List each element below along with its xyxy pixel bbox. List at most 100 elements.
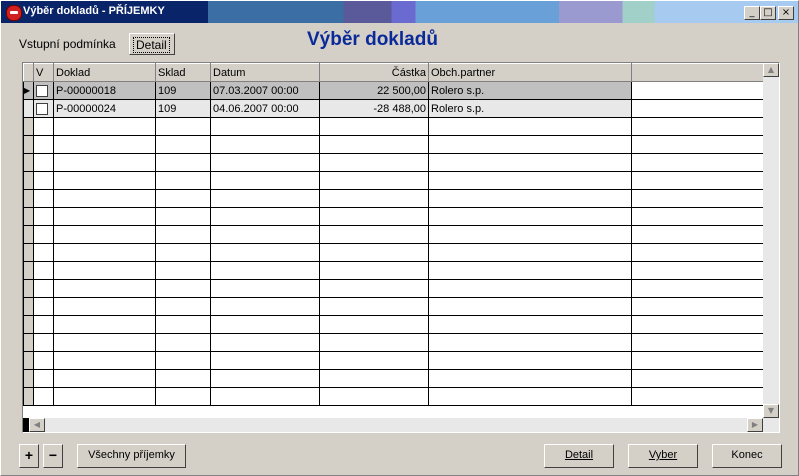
remove-button[interactable]: − (43, 444, 63, 468)
tab-vstupni-podminka[interactable]: Vstupní podmínka (13, 33, 122, 55)
documents-grid[interactable]: V Doklad Sklad Datum Částka Obch.partner… (22, 62, 780, 433)
empty-cell (319, 135, 429, 154)
empty-cell (53, 351, 156, 370)
horizontal-scrollbar[interactable]: ◀ ▶ (23, 418, 779, 432)
empty-cell (155, 369, 211, 388)
empty-cell (428, 171, 632, 190)
vertical-scrollbar[interactable]: ▲ ▼ (763, 63, 779, 418)
empty-cell (210, 243, 320, 262)
empty-cell (210, 225, 320, 244)
empty-cell (155, 261, 211, 280)
empty-cell (155, 171, 211, 190)
empty-cell (319, 387, 429, 406)
empty-cell (428, 279, 632, 298)
cell-castka: 22 500,00 (319, 81, 429, 100)
empty-cell (428, 153, 632, 172)
empty-row (23, 117, 764, 136)
empty-row (23, 297, 764, 316)
empty-cell (23, 387, 34, 406)
app-icon (6, 5, 22, 21)
column-header-sklad[interactable]: Sklad (155, 63, 211, 82)
empty-cell (53, 207, 156, 226)
column-header-castka[interactable]: Částka (319, 63, 429, 82)
tab-detail[interactable]: Detail (129, 33, 175, 55)
row-indicator (23, 99, 34, 118)
detail-button-label: Detail (564, 449, 594, 461)
empty-cell (23, 297, 34, 316)
empty-cell (210, 117, 320, 136)
column-header-doklad[interactable]: Doklad (53, 63, 156, 82)
title-bar[interactable]: Výběr dokladů - PŘÍJEMKY _ □ × (1, 1, 798, 23)
select-checkbox[interactable] (33, 99, 54, 118)
maximize-button[interactable]: □ (760, 6, 776, 20)
scroll-down-icon[interactable]: ▼ (763, 404, 779, 418)
empty-row (23, 153, 764, 172)
empty-cell (23, 135, 34, 154)
empty-cell (53, 117, 156, 136)
empty-cell (319, 333, 429, 352)
empty-cell (319, 315, 429, 334)
empty-cell (33, 387, 54, 406)
empty-cell (631, 387, 764, 406)
empty-cell (33, 207, 54, 226)
empty-cell (23, 315, 34, 334)
empty-cell (33, 369, 54, 388)
empty-cell (428, 387, 632, 406)
all-receipts-button[interactable]: Všechny příjemky (77, 444, 186, 468)
scroll-up-icon[interactable]: ▲ (763, 63, 779, 77)
empty-cell (53, 315, 156, 334)
empty-row (23, 189, 764, 208)
empty-cell (155, 297, 211, 316)
empty-cell (53, 225, 156, 244)
empty-cell (33, 279, 54, 298)
minimize-button[interactable]: _ (744, 6, 760, 20)
empty-cell (23, 171, 34, 190)
cell-sklad: 109 (155, 99, 211, 118)
column-header-datum[interactable]: Datum (210, 63, 320, 82)
empty-cell (53, 369, 156, 388)
empty-cell (428, 261, 632, 280)
empty-cell (23, 153, 34, 172)
empty-row (23, 261, 764, 280)
empty-cell (631, 279, 764, 298)
cell-castka: -28 488,00 (319, 99, 429, 118)
empty-row (23, 351, 764, 370)
scroll-right-icon[interactable]: ▶ (747, 418, 763, 432)
empty-cell (155, 351, 211, 370)
cell-doklad: P-00000024 (53, 99, 156, 118)
add-button[interactable]: + (19, 444, 39, 468)
empty-cell (210, 387, 320, 406)
app-window: Výběr dokladů - PŘÍJEMKY _ □ × Vstupní p… (0, 0, 799, 476)
empty-cell (33, 351, 54, 370)
empty-cell (23, 189, 34, 208)
tab-label: Detail (133, 37, 170, 53)
empty-cell (319, 261, 429, 280)
close-button[interactable]: × (778, 6, 794, 20)
empty-cell (33, 117, 54, 136)
empty-cell (23, 207, 34, 226)
empty-cell (53, 333, 156, 352)
empty-cell (53, 261, 156, 280)
scroll-left-icon[interactable]: ◀ (29, 418, 45, 432)
empty-cell (155, 225, 211, 244)
empty-cell (631, 369, 764, 388)
empty-cell (631, 189, 764, 208)
table-row[interactable]: ▶ P-00000018 109 07.03.2007 00:00 22 500… (23, 81, 764, 100)
table-row[interactable]: P-00000024 109 04.06.2007 00:00 -28 488,… (23, 99, 764, 118)
empty-cell (155, 279, 211, 298)
empty-cell (631, 153, 764, 172)
cell-partner: Rolero s.p. (428, 81, 632, 100)
select-button[interactable]: Vyber (628, 444, 698, 468)
empty-cell (210, 171, 320, 190)
empty-cell (23, 279, 34, 298)
empty-cell (631, 297, 764, 316)
select-checkbox[interactable] (33, 81, 54, 100)
detail-button[interactable]: Detail (544, 444, 614, 468)
empty-cell (319, 171, 429, 190)
empty-cell (319, 225, 429, 244)
window-title: Výběr dokladů - PŘÍJEMKY (23, 5, 165, 17)
empty-cell (319, 369, 429, 388)
column-header-v[interactable]: V (33, 63, 54, 82)
column-header-partner[interactable]: Obch.partner (428, 63, 632, 82)
close-dialog-button[interactable]: Konec (712, 444, 782, 468)
